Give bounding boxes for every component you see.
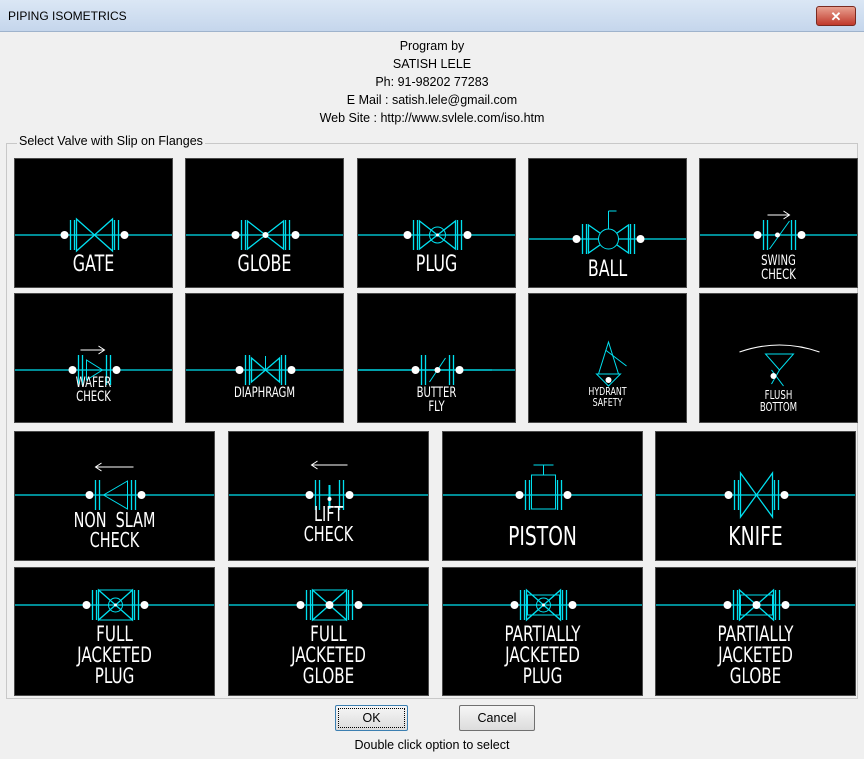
valve-option-label: FULL JACKETED PLUG [77, 622, 152, 688]
valve-option-label: BALL [587, 257, 628, 282]
valve-option-label: SWING CHECK [761, 253, 796, 283]
valve-option-label: WAFER CHECK [75, 375, 112, 405]
valve-option-label: FULL JACKETED GLOBE [291, 622, 366, 688]
close-button[interactable]: ✕ [816, 6, 856, 26]
valve-option-label: PARTIALLY JACKETED GLOBE [717, 622, 794, 688]
credit-line: Program by [399, 39, 465, 53]
ok-button[interactable]: OK [335, 705, 408, 731]
valve-option[interactable]: FULL JACKETED GLOBE [228, 567, 429, 696]
valve-option[interactable]: BALL [528, 158, 687, 288]
window-title: PIPING ISOMETRICS [8, 9, 127, 23]
valve-option[interactable]: PLUG [357, 158, 516, 288]
credit-line: Ph: 91-98202 77283 [375, 75, 489, 89]
valve-option[interactable]: PISTON [442, 431, 643, 561]
valve-option-label: PLUG [415, 252, 458, 277]
valve-option[interactable]: NON SLAM CHECK [14, 431, 215, 561]
valve-option-label: HYDRANT SAFETY [588, 385, 627, 409]
groupbox-label: Select Valve with Slip on Flanges [17, 134, 205, 148]
credit-line: E Mail : satish.lele@gmail.com [346, 93, 518, 107]
valve-option[interactable]: HYDRANT SAFETY [528, 293, 687, 423]
valve-option-label: PISTON [508, 522, 577, 552]
valve-option-label: DIAPHRAGM [233, 385, 296, 401]
valve-option[interactable]: LIFT CHECK [228, 431, 429, 561]
valve-option[interactable]: GATE [14, 158, 173, 288]
valve-option[interactable]: PARTIALLY JACKETED GLOBE [655, 567, 856, 696]
valve-option-label: GLOBE [237, 252, 292, 277]
valve-option[interactable]: FULL JACKETED PLUG [14, 567, 215, 696]
valve-option-label: GATE [72, 252, 115, 277]
cancel-button[interactable]: Cancel [459, 705, 535, 731]
title-bar: PIPING ISOMETRICS ✕ [0, 0, 864, 32]
credit-line: Web Site : http://www.svlele.com/iso.htm [319, 111, 545, 125]
status-hint: Double click option to select [354, 738, 510, 752]
valve-option[interactable]: GLOBE [185, 158, 344, 288]
credit-line: SATISH LELE [392, 57, 472, 71]
valve-option-label: KNIFE [728, 522, 783, 552]
valve-option[interactable]: WAFER CHECK [14, 293, 173, 423]
valve-option-label: PARTIALLY JACKETED PLUG [504, 622, 581, 688]
valve-option-label: FLUSH BOTTOM [759, 388, 798, 414]
valve-option[interactable]: FLUSH BOTTOM [699, 293, 858, 423]
valve-option[interactable]: SWING CHECK [699, 158, 858, 288]
credits: Program by SATISH LELE Ph: 91-98202 7728… [0, 37, 864, 127]
valve-option-label: NON SLAM CHECK [73, 508, 156, 552]
valve-option[interactable]: DIAPHRAGM [185, 293, 344, 423]
valve-option-label: LIFT CHECK [303, 502, 354, 546]
valve-option-label: BUTTER FLY [416, 385, 457, 415]
valve-option[interactable]: KNIFE [655, 431, 856, 561]
diaphragm-valve-icon [186, 355, 343, 385]
valve-option[interactable]: BUTTER FLY [357, 293, 516, 423]
valve-option[interactable]: PARTIALLY JACKETED PLUG [442, 567, 643, 696]
